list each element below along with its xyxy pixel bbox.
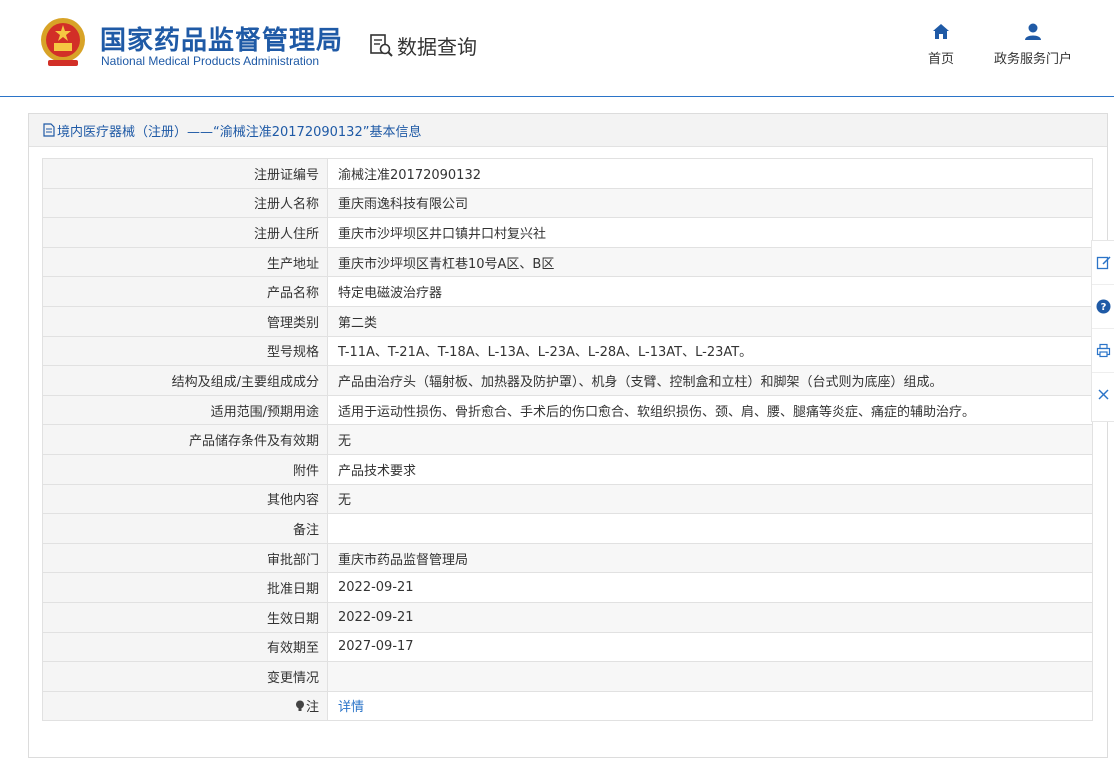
table-row: 注册人名称 重庆雨逸科技有限公司 xyxy=(42,187,1093,219)
row-value: 第二类 xyxy=(327,305,1093,337)
row-label: 型号规格 xyxy=(42,335,328,367)
panel-title-bar: 境内医疗器械（注册）——“渝械注准20172090132”基本信息 xyxy=(29,114,1107,147)
row-value xyxy=(327,661,1093,692)
row-label: 产品名称 xyxy=(42,276,328,307)
table-row: 其他内容无 xyxy=(42,483,1093,515)
row-label: 附件 xyxy=(42,453,328,485)
document-icon xyxy=(43,123,55,137)
edit-tool[interactable] xyxy=(1092,241,1114,285)
row-value: 2022-09-21 xyxy=(327,572,1093,603)
row-value: 产品由治疗头（辐射板、加热器及防护罩）、机身（支臂、控制盒和立柱）和脚架（台式则… xyxy=(327,365,1093,396)
note-label-text: 注 xyxy=(305,700,319,716)
help-tool[interactable]: ? xyxy=(1092,285,1114,329)
table-row: 型号规格 T-11A、T-21A、T-18A、L-13A、L-23A、L-28A、… xyxy=(42,335,1093,367)
row-value: 适用于运动性损伤、骨折愈合、手术后的伤口愈合、软组织损伤、颈、肩、腰、腿痛等炎症… xyxy=(327,394,1093,426)
device-info-table: 注册证编号 渝械注准20172090132 注册人名称 重庆雨逸科技有限公司 注册人住所… xyxy=(42,158,1093,722)
org-name-en: National Medical Products Administration xyxy=(101,54,320,68)
table-row: 生产地址 重庆市沙坪坝区青杠巷10号A区、B区 xyxy=(42,246,1093,278)
site-header: 国家药品监督管理局 National Medical Products Admi… xyxy=(0,0,1114,97)
national-emblem-icon xyxy=(41,18,85,66)
row-value: 2022-09-21 xyxy=(327,601,1093,633)
table-row: 批准日期 2022-09-21 xyxy=(42,572,1093,603)
row-value: 无 xyxy=(327,483,1093,515)
row-label: 变更情况 xyxy=(42,661,328,692)
row-value: 产品技术要求 xyxy=(327,453,1093,485)
table-row: 注册证编号 渝械注准20172090132 xyxy=(42,158,1093,189)
table-row: 结构及组成/主要组成成分 产品由治疗头（辐射板、加热器及防护罩）、机身（支臂、控制… xyxy=(42,365,1093,396)
row-label: 其他内容 xyxy=(42,483,328,515)
edit-icon xyxy=(1096,256,1111,270)
org-name-cn: 国家药品监督管理局 xyxy=(100,26,344,56)
row-label: 注册证编号 xyxy=(42,158,328,189)
home-icon xyxy=(933,24,949,39)
print-icon xyxy=(1096,343,1111,358)
row-value xyxy=(327,513,1093,544)
search-document-icon xyxy=(370,34,393,57)
row-label: 注 xyxy=(42,690,328,722)
row-value: 重庆雨逸科技有限公司 xyxy=(327,187,1093,219)
table-row: 产品名称 特定电磁波治疗器 xyxy=(42,276,1093,307)
row-value: T-11A、T-21A、T-18A、L-13A、L-23A、L-28A、L-13… xyxy=(327,335,1093,367)
row-label: 产品储存条件及有效期 xyxy=(42,424,328,455)
table-row: 变更情况 xyxy=(42,661,1093,692)
print-tool[interactable] xyxy=(1092,329,1114,373)
row-label: 注册人住所 xyxy=(42,217,328,248)
table-row: 生效日期 2022-09-21 xyxy=(42,601,1093,633)
panel-title: 境内医疗器械（注册）——“渝械注准20172090132”基本信息 xyxy=(57,124,422,140)
data-query-label: 数据查询 xyxy=(397,34,477,59)
row-label: 管理类别 xyxy=(42,305,328,337)
table-row: 适用范围/预期用途 适用于运动性损伤、骨折愈合、手术后的伤口愈合、软组织损伤、颈、… xyxy=(42,394,1093,426)
close-tool[interactable] xyxy=(1092,373,1114,416)
row-value: 特定电磁波治疗器 xyxy=(327,276,1093,307)
row-label: 备注 xyxy=(42,513,328,544)
row-label: 生效日期 xyxy=(42,601,328,633)
row-label: 审批部门 xyxy=(42,542,328,574)
row-value: 重庆市沙坪坝区青杠巷10号A区、B区 xyxy=(327,246,1093,278)
row-value: 2027-09-17 xyxy=(327,631,1093,663)
row-label: 适用范围/预期用途 xyxy=(42,394,328,426)
table-row: 备注 xyxy=(42,513,1093,544)
table-row: 附件 产品技术要求 xyxy=(42,453,1093,485)
help-icon: ? xyxy=(1096,299,1111,314)
row-label: 注册人名称 xyxy=(42,187,328,219)
row-value: 详情 xyxy=(327,690,1093,722)
row-label: 批准日期 xyxy=(42,572,328,603)
row-label: 结构及组成/主要组成成分 xyxy=(42,365,328,396)
note-label: 注 xyxy=(295,696,319,715)
data-query-title: 数据查询 xyxy=(368,30,477,60)
nav-home[interactable]: 首页 xyxy=(928,22,954,67)
lightbulb-icon xyxy=(295,700,304,711)
nav-portal-label: 政务服务门户 xyxy=(994,52,1073,67)
table-row: 审批部门 重庆市药品监督管理局 xyxy=(42,542,1093,574)
table-row: 管理类别 第二类 xyxy=(42,305,1093,337)
device-info-panel: 境内医疗器械（注册）——“渝械注准20172090132”基本信息 注册证编号渝… xyxy=(28,113,1108,758)
svg-text:?: ? xyxy=(1101,302,1107,313)
side-toolbar: ? xyxy=(1091,240,1114,422)
row-label: 生产地址 xyxy=(42,246,328,278)
table-row: 注 详情 xyxy=(42,690,1093,722)
row-value: 渝械注准20172090132 xyxy=(327,158,1093,189)
row-label: 有效期至 xyxy=(42,631,328,663)
details-link[interactable]: 详情 xyxy=(338,700,364,715)
nav-portal[interactable]: 政务服务门户 xyxy=(994,22,1072,67)
nav-home-label: 首页 xyxy=(928,52,955,67)
close-icon xyxy=(1098,389,1109,400)
row-value: 重庆市沙坪坝区井口镇井口村复兴社 xyxy=(327,217,1093,248)
user-icon xyxy=(1025,23,1041,40)
row-value: 重庆市药品监督管理局 xyxy=(327,542,1093,574)
row-value: 无 xyxy=(327,424,1093,455)
table-row: 注册人住所 重庆市沙坪坝区井口镇井口村复兴社 xyxy=(42,217,1093,248)
table-row: 有效期至 2027-09-17 xyxy=(42,631,1093,663)
table-row: 产品储存条件及有效期无 xyxy=(42,424,1093,455)
